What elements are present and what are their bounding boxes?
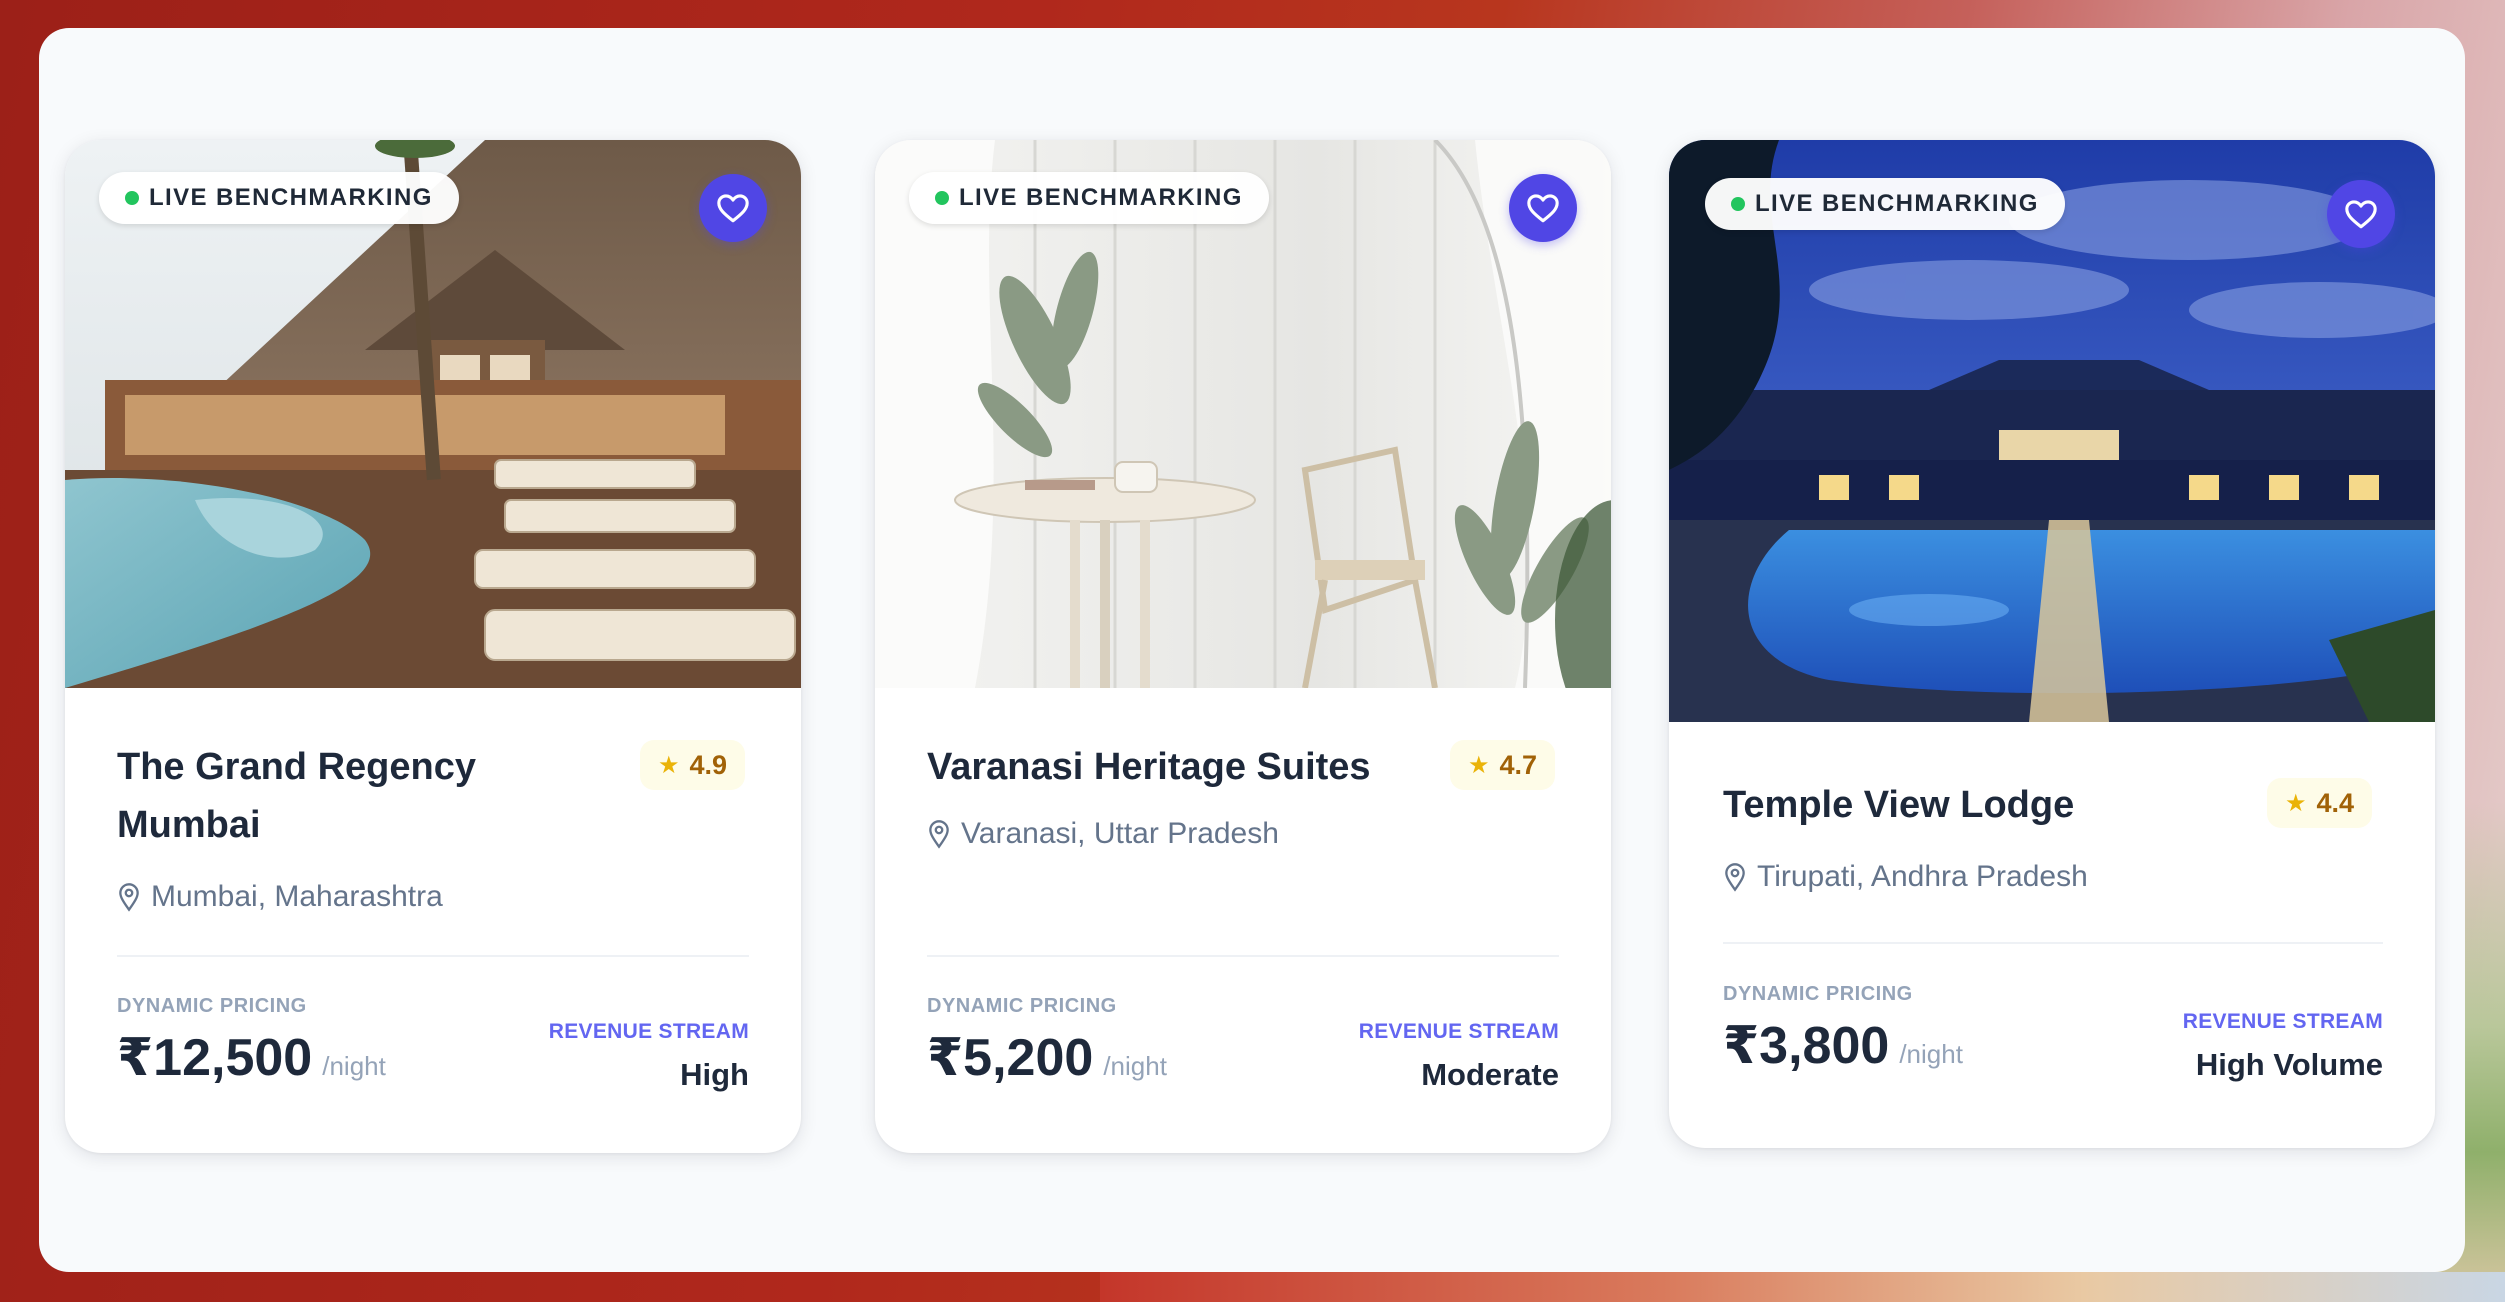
hotel-name: Varanasi Heritage Suites <box>927 746 1371 788</box>
dynamic-pricing-label: DYNAMIC PRICING <box>1723 983 1913 1005</box>
price-amount: ₹3,800 <box>1723 1017 1890 1075</box>
hotel-location: Mumbai, Maharashtra <box>117 880 443 914</box>
live-benchmarking-badge: LIVE BENCHMARKING <box>1705 178 2065 230</box>
divider <box>1723 942 2383 944</box>
hotel-name: Temple View Lodge <box>1723 784 2075 826</box>
hotel-card[interactable]: LIVE BENCHMARKING Temple View Lodge ★ 4.… <box>1669 140 2435 1148</box>
live-benchmarking-badge: LIVE BENCHMARKING <box>99 172 459 224</box>
badge-label: LIVE BENCHMARKING <box>959 184 1243 211</box>
rating-value: 4.4 <box>2316 787 2355 818</box>
listings-panel: LIVE BENCHMARKING The Grand Regency Mumb… <box>39 28 2465 1272</box>
star-icon: ★ <box>1468 751 1490 779</box>
location-text: Mumbai, Maharashtra <box>151 880 443 913</box>
price: ₹12,500 /night <box>117 1028 386 1088</box>
hotel-card[interactable]: LIVE BENCHMARKING The Grand Regency Mumb… <box>65 140 801 1153</box>
divider <box>927 955 1559 957</box>
heart-icon <box>717 194 749 223</box>
divider <box>117 955 749 957</box>
location-pin-icon <box>1725 863 1745 892</box>
location-pin-icon <box>929 820 949 849</box>
location-pin-icon <box>119 883 139 912</box>
price-unit: /night <box>1899 1039 1963 1069</box>
live-status-dot <box>1731 197 1745 211</box>
price-amount: ₹5,200 <box>927 1029 1094 1087</box>
favorite-button[interactable] <box>699 174 767 242</box>
rating-badge: ★ 4.7 <box>1450 740 1556 790</box>
price-unit: /night <box>322 1051 386 1081</box>
background-decoration <box>1100 1272 2505 1302</box>
live-status-dot <box>935 191 949 205</box>
hotel-name: The Grand Regency Mumbai <box>117 746 476 846</box>
badge-label: LIVE BENCHMARKING <box>1755 190 2039 217</box>
revenue-stream-label: REVENUE STREAM <box>1358 1020 1559 1043</box>
location-text: Varanasi, Uttar Pradesh <box>961 817 1279 850</box>
price-unit: /night <box>1103 1051 1167 1081</box>
revenue-stream-label: REVENUE STREAM <box>2182 1010 2383 1033</box>
revenue-stream-value: High <box>680 1057 749 1092</box>
live-benchmarking-badge: LIVE BENCHMARKING <box>909 172 1269 224</box>
badge-label: LIVE BENCHMARKING <box>149 184 433 211</box>
favorite-button[interactable] <box>1509 174 1577 242</box>
heart-icon <box>1527 194 1559 223</box>
dynamic-pricing-label: DYNAMIC PRICING <box>927 995 1117 1017</box>
price-amount: ₹12,500 <box>117 1029 313 1087</box>
hotel-location: Tirupati, Andhra Pradesh <box>1723 860 2088 894</box>
favorite-button[interactable] <box>2327 180 2395 248</box>
price: ₹3,800 /night <box>1723 1016 1963 1076</box>
hotel-card[interactable]: LIVE BENCHMARKING Varanasi Heritage Suit… <box>875 140 1611 1153</box>
rating-value: 4.7 <box>1499 749 1538 780</box>
live-status-dot <box>125 191 139 205</box>
revenue-stream-label: REVENUE STREAM <box>548 1020 749 1043</box>
star-icon: ★ <box>2285 789 2307 817</box>
dynamic-pricing-label: DYNAMIC PRICING <box>117 995 307 1017</box>
rating-value: 4.9 <box>689 749 728 780</box>
heart-icon <box>2345 200 2377 229</box>
rating-badge: ★ 4.9 <box>640 740 746 790</box>
hotel-location: Varanasi, Uttar Pradesh <box>927 817 1279 851</box>
star-icon: ★ <box>658 751 680 779</box>
price: ₹5,200 /night <box>927 1028 1167 1088</box>
revenue-stream-value: High Volume <box>2195 1047 2383 1082</box>
revenue-stream-value: Moderate <box>1421 1057 1559 1092</box>
location-text: Tirupati, Andhra Pradesh <box>1757 860 2088 893</box>
rating-badge: ★ 4.4 <box>2267 778 2373 828</box>
